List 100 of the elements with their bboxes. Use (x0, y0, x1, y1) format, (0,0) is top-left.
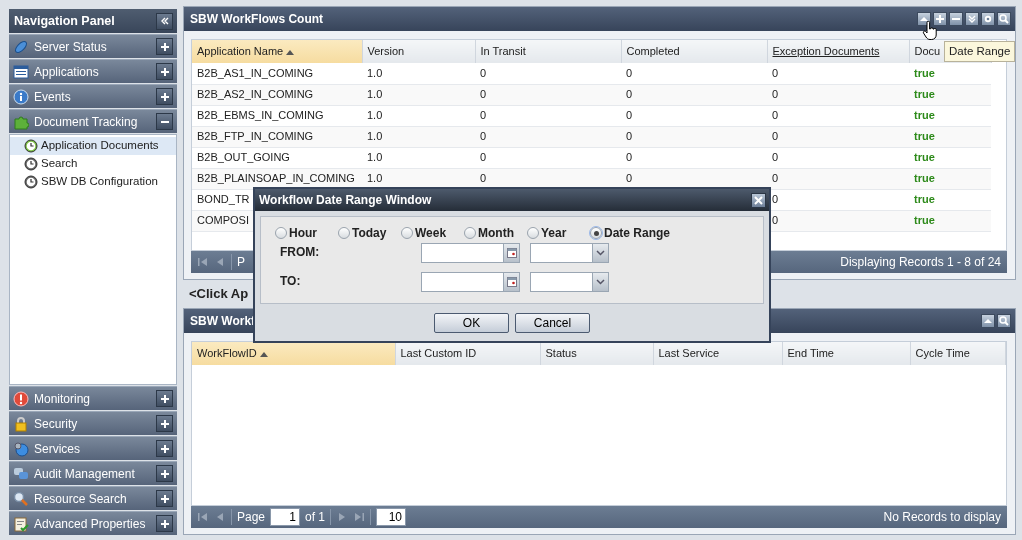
nav-section-label: Audit Management (34, 465, 136, 483)
panel-title: SBW WorkFlows Count (190, 11, 324, 28)
plus-icon (159, 91, 170, 102)
expand-button[interactable] (965, 12, 979, 26)
radio-option[interactable]: Week (401, 224, 464, 242)
column-header[interactable]: Status (545, 347, 577, 360)
nav-section-header[interactable]: Applications (9, 59, 177, 83)
caret-up-icon (919, 14, 929, 24)
radio-button[interactable] (338, 227, 350, 239)
radio-option[interactable]: Today (338, 224, 401, 242)
calendar-icon[interactable] (506, 277, 517, 287)
collapse-button[interactable] (156, 12, 173, 30)
alert-icon (13, 390, 29, 407)
table-cell: 0 (480, 109, 487, 122)
plus-icon (159, 41, 170, 52)
page-label: Page (237, 509, 266, 526)
table-cell: 1.0 (367, 130, 383, 143)
radio-button[interactable] (401, 227, 413, 239)
table-cell: 0 (772, 193, 779, 206)
expand-button[interactable] (156, 88, 173, 105)
radio-option[interactable]: Date Range (590, 224, 671, 242)
table-cell: 0 (626, 88, 633, 101)
field-label: TO: (279, 273, 302, 290)
nav-section-label: Services (34, 440, 81, 458)
chevron-down-icon[interactable] (596, 250, 605, 256)
table-cell: true (914, 214, 935, 227)
expand-button[interactable] (156, 38, 173, 55)
search-button[interactable] (997, 314, 1011, 328)
tooltip: Date Range (944, 41, 1016, 63)
nav-section-label: Applications (34, 63, 100, 81)
nav-section-header[interactable]: Server Status (9, 34, 177, 58)
table-cell: 0 (480, 67, 487, 79)
expand-button[interactable] (156, 390, 173, 407)
scroll-up-button[interactable] (981, 314, 995, 328)
tree-item[interactable]: Search (10, 155, 176, 173)
nav-section-header[interactable]: Document Tracking (9, 109, 177, 133)
table-cell: 0 (626, 67, 633, 79)
plus-icon (159, 468, 170, 479)
scroll-up-button[interactable] (917, 12, 931, 26)
double-chevron-icon (967, 14, 977, 24)
list-icon (13, 63, 29, 80)
table-cell: BOND_TR (197, 193, 250, 206)
nav-section-header[interactable]: Monitoring (9, 386, 177, 410)
panel-title: Navigation Panel (14, 12, 115, 30)
puzzle-icon (13, 113, 29, 130)
nav-section-header[interactable]: Events (9, 84, 177, 108)
gear-icon (983, 14, 993, 24)
nav-section-header[interactable]: Resource Search (9, 486, 177, 510)
dialog-button[interactable]: Cancel (515, 312, 590, 333)
close-icon (754, 195, 763, 205)
clock-icon (24, 157, 38, 171)
records-status: No Records to display (883, 509, 1001, 526)
nav-section-label: Events (34, 88, 72, 106)
radio-button[interactable] (590, 227, 602, 239)
table-cell: 0 (772, 214, 779, 227)
dialog-button[interactable]: OK (434, 312, 509, 333)
remove-button[interactable] (949, 12, 963, 26)
page-count: of 1 (305, 509, 326, 526)
collapse-button[interactable] (156, 113, 173, 130)
double-chevron-icon (159, 16, 170, 26)
chevron-down-icon[interactable] (596, 279, 605, 285)
settings-button[interactable] (981, 12, 995, 26)
radio-option[interactable]: Year (527, 224, 590, 242)
date-field[interactable] (421, 243, 520, 263)
table-cell: COMPOSI (197, 214, 249, 227)
expand-button[interactable] (156, 490, 173, 507)
nav-section-label: Advanced Properties (34, 515, 147, 533)
date-field[interactable] (421, 272, 520, 292)
radio-button[interactable] (464, 227, 476, 239)
expand-button[interactable] (156, 415, 173, 432)
nav-section-header[interactable]: Audit Management (9, 461, 177, 485)
hint-text: <Click Ap (189, 285, 249, 304)
radio-button[interactable] (527, 227, 539, 239)
nav-section-header[interactable]: Services (9, 436, 177, 460)
column-header[interactable]: Docu (914, 45, 941, 58)
radio-option[interactable]: Hour (275, 224, 338, 242)
search-button[interactable] (997, 12, 1011, 26)
expand-button[interactable] (156, 63, 173, 80)
search-icon (13, 490, 29, 507)
tree-item[interactable]: SBW DB Configuration (10, 173, 176, 191)
table-cell: 0 (626, 172, 633, 185)
column-header[interactable]: In Transit (480, 45, 526, 58)
column-header[interactable]: Version (367, 45, 405, 58)
radio-button[interactable] (275, 227, 287, 239)
chat-icon (13, 465, 29, 482)
radio-option[interactable]: Month (464, 224, 527, 242)
tree-item[interactable]: Application Documents (10, 137, 176, 155)
expand-button[interactable] (156, 465, 173, 482)
page-input[interactable]: 1 (270, 508, 301, 526)
close-button[interactable] (751, 192, 766, 208)
table-cell: 1.0 (367, 88, 383, 101)
table-cell: 0 (480, 130, 487, 143)
calendar-icon[interactable] (506, 248, 517, 258)
nav-section-header[interactable]: Advanced Properties (9, 511, 177, 535)
expand-button[interactable] (156, 440, 173, 457)
column-header[interactable]: WorkFlowID (197, 347, 257, 360)
expand-button[interactable] (156, 515, 173, 532)
page-label: P (237, 254, 245, 271)
nav-section-header[interactable]: Security (9, 411, 177, 435)
page-size-input[interactable]: 10 (376, 508, 407, 526)
